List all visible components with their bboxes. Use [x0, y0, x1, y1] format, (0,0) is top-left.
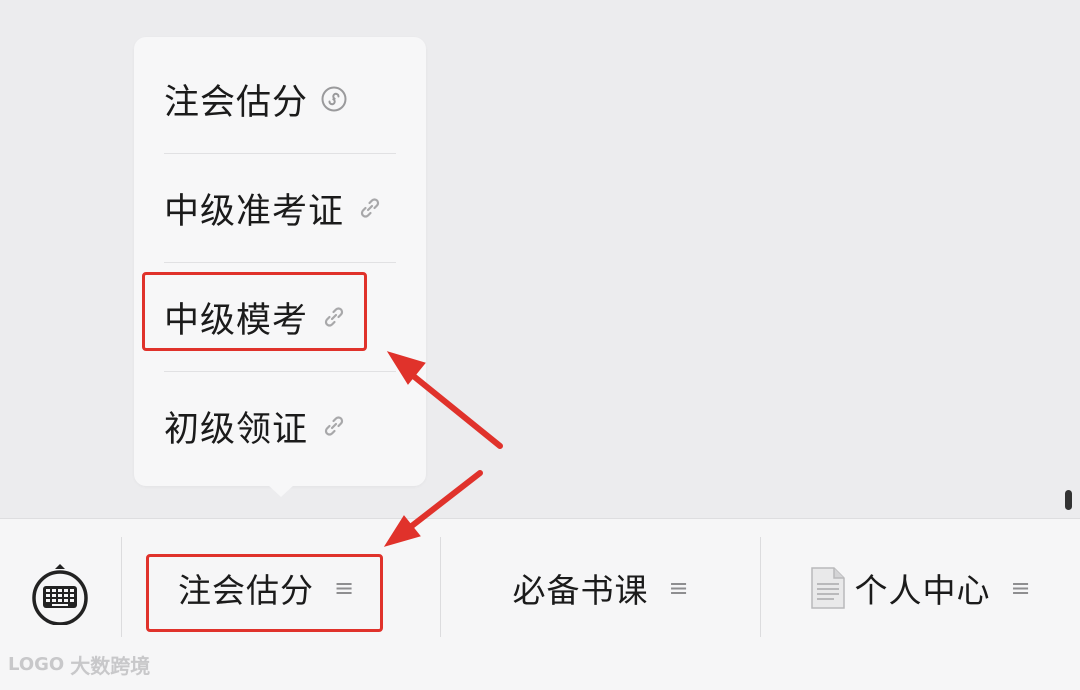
watermark-text: 大数跨境 [70, 654, 151, 678]
watermark: LOGO 大数跨境 [8, 650, 150, 679]
watermark-logo: LOGO [8, 654, 65, 675]
arrow-to-tab [401, 470, 483, 535]
arrow-to-menu-item [403, 367, 503, 449]
annotation-arrows [383, 351, 503, 547]
